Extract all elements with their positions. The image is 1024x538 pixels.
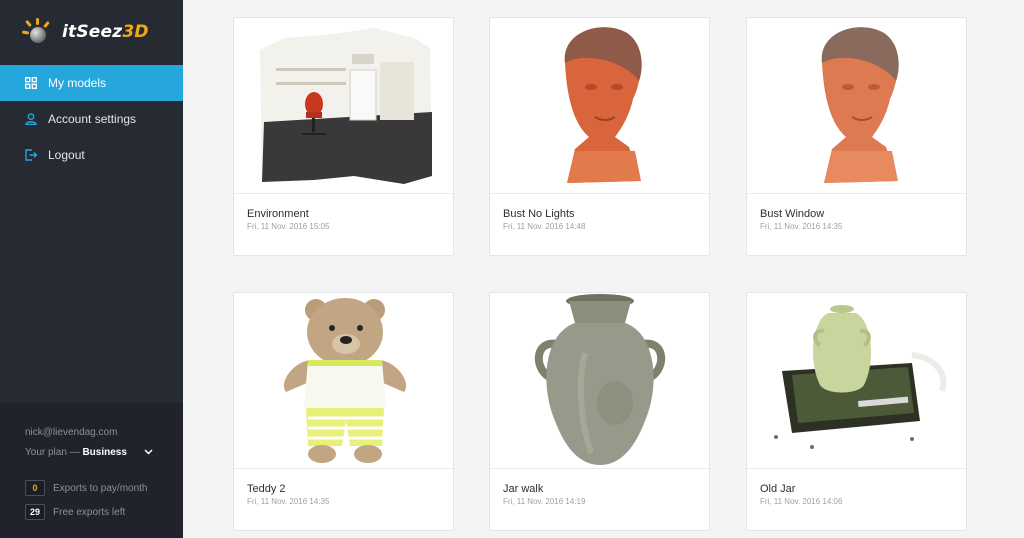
free-exports-label: Free exports left [53,506,126,518]
exports-to-pay-row: 0 Exports to pay/month [25,480,158,496]
model-card[interactable]: Bust Window Fri, 11 Nov. 2016 14:35 [746,17,967,256]
model-title: Jar walk [503,483,544,495]
account-email: nick@lievendag.com [25,427,118,438]
sidebar-item-label: Logout [48,148,85,162]
sidebar-nav: My models Account settings Logout [0,65,183,173]
sidebar: itSeez3D My models Account settings Logo… [0,0,183,538]
model-date: Fri, 11 Nov. 2016 14:35 [247,497,330,506]
model-card[interactable]: Environment Fri, 11 Nov. 2016 15:05 [233,17,454,256]
model-date: Fri, 11 Nov. 2016 14:06 [760,497,843,506]
free-exports-count: 29 [25,504,45,520]
account-summary: nick@lievendag.com Your plan — Business … [0,403,183,538]
chevron-down-icon [144,447,153,458]
model-card[interactable]: Old Jar Fri, 11 Nov. 2016 14:06 [746,292,967,531]
model-thumbnail [234,18,453,194]
small-jar-on-book-image [773,304,946,449]
sidebar-item-logout[interactable]: Logout [0,137,183,173]
free-exports-row: 29 Free exports left [25,504,158,520]
user-icon [24,112,38,126]
knitted-teddy-bear-image [283,297,406,463]
logo[interactable]: itSeez3D [0,0,183,64]
model-thumbnail [747,293,966,469]
plan-name: Business [82,447,127,458]
brand-name: itSeez3D [62,22,149,42]
model-title: Bust No Lights [503,208,575,220]
model-title: Environment [247,208,309,220]
sidebar-item-label: My models [48,76,107,90]
exports-to-pay-label: Exports to pay/month [53,482,148,494]
model-card[interactable]: Teddy 2 Fri, 11 Nov. 2016 14:35 [233,292,454,531]
stone-jar-image [534,293,665,465]
logout-icon [24,148,38,162]
grid-icon [24,76,38,90]
model-date: Fri, 11 Nov. 2016 14:35 [760,222,843,231]
models-grid: Environment Fri, 11 Nov. 2016 15:05 Bust… [183,0,1024,538]
model-thumbnail [490,18,709,194]
model-thumbnail [234,293,453,469]
sidebar-item-account-settings[interactable]: Account settings [0,101,183,137]
model-title: Bust Window [760,208,825,220]
itseez3d-logo-icon [21,18,52,46]
sidebar-item-label: Account settings [48,112,137,126]
model-thumbnail [747,18,966,194]
model-title: Old Jar [760,483,796,495]
plan-label: Your plan — [25,447,80,458]
model-card[interactable]: Bust No Lights Fri, 11 Nov. 2016 14:48 [489,17,710,256]
model-date: Fri, 11 Nov. 2016 14:48 [503,222,586,231]
plan-selector[interactable]: Your plan — Business [25,447,158,458]
sidebar-item-my-models[interactable]: My models [0,65,183,101]
model-date: Fri, 11 Nov. 2016 14:19 [503,497,586,506]
terracotta-bust-image [564,26,642,183]
model-thumbnail [490,293,709,469]
terracotta-bust-image [821,26,899,183]
model-card[interactable]: Jar walk Fri, 11 Nov. 2016 14:19 [489,292,710,531]
office-room-scan-image [259,27,432,184]
model-title: Teddy 2 [247,483,286,495]
model-date: Fri, 11 Nov. 2016 15:05 [247,222,330,231]
exports-to-pay-count: 0 [25,480,45,496]
